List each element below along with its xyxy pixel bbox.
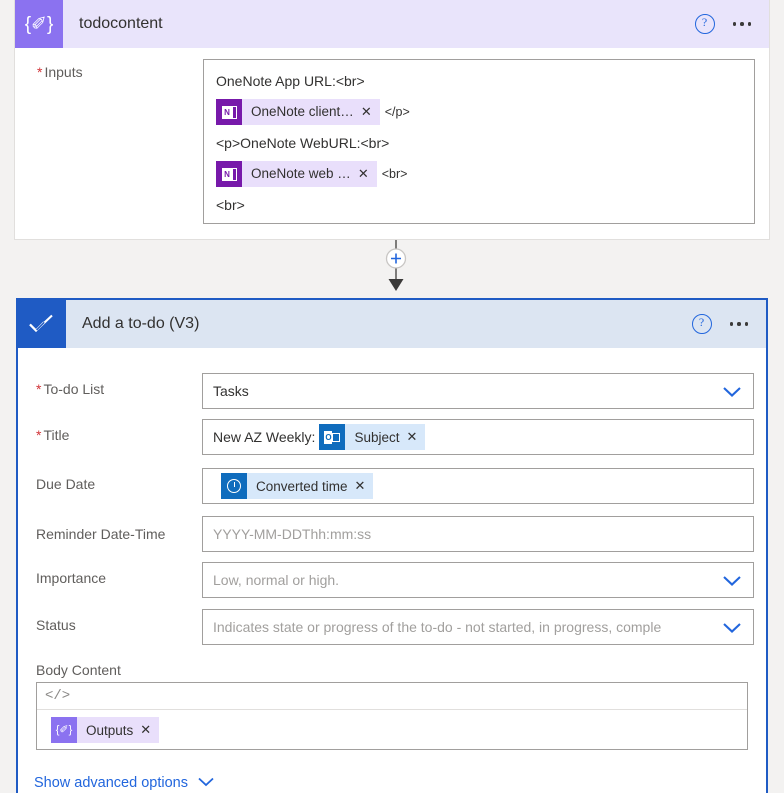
more-menu-icon[interactable]	[732, 22, 751, 26]
show-advanced-options-label: Show advanced options	[34, 775, 188, 791]
status-dropdown[interactable]: Indicates state or progress of the to-do…	[202, 609, 754, 645]
inputs-trailing-text: <br>	[381, 167, 408, 181]
body-content-label: Body Content	[36, 662, 121, 678]
title-prefix-text: New AZ Weekly:	[213, 429, 316, 445]
token-label: OneNote client…	[251, 104, 354, 119]
arrow-down-icon	[388, 279, 404, 291]
inputs-text: <br>	[216, 197, 245, 213]
rich-text-toolbar[interactable]: </>	[37, 683, 747, 710]
status-placeholder: Indicates state or progress of the to-do…	[213, 619, 662, 635]
title-label: * Title	[36, 427, 69, 443]
compose-icon: {✐}	[15, 0, 63, 48]
due-date-label: Due Date	[36, 476, 96, 492]
todo-list-dropdown[interactable]: Tasks	[202, 373, 754, 409]
inputs-field[interactable]: OneNote App URL:<br> N OneNote client… ✕…	[203, 59, 755, 224]
help-icon[interactable]: ?	[691, 314, 712, 334]
token-remove-icon[interactable]: ✕	[358, 165, 377, 183]
inputs-text: <p>OneNote WebURL:<br>	[216, 135, 390, 151]
todo-checkmark-icon	[18, 300, 66, 348]
todo-list-label-text: To-do List	[43, 381, 105, 397]
body-content-editor[interactable]: </> {✐} Outputs ✕	[36, 682, 748, 750]
token-label: Converted time	[256, 478, 348, 494]
inputs-trailing-text: </p>	[384, 105, 410, 119]
chevron-down-icon[interactable]	[713, 621, 743, 634]
onenote-icon-letter: N	[222, 106, 232, 118]
inputs-line: <br>	[216, 196, 742, 214]
token-remove-icon[interactable]: ✕	[355, 478, 374, 494]
compose-action-card[interactable]: {✐} todocontent ? * Inputs OneNote App UR…	[14, 0, 770, 240]
more-menu-icon[interactable]	[729, 322, 748, 326]
outlook-icon: O	[319, 424, 346, 450]
chevron-down-icon[interactable]	[713, 385, 743, 398]
onenote-icon: N	[216, 99, 242, 125]
token-label: OneNote web …	[251, 166, 351, 181]
inputs-line: N OneNote web … ✕ <br>	[216, 161, 742, 187]
required-asterisk: *	[36, 427, 42, 443]
token-label: Subject	[354, 429, 400, 445]
todo-card-icon-wrap	[18, 300, 66, 348]
flow-designer-canvas: {✐} todocontent ? * Inputs OneNote App UR…	[0, 0, 784, 793]
token-remove-icon[interactable]: ✕	[406, 429, 425, 445]
code-view-icon[interactable]: </>	[45, 688, 70, 704]
flow-connector	[385, 240, 407, 291]
title-label-text: Title	[43, 427, 70, 443]
inputs-text: OneNote App URL:<br>	[216, 73, 365, 89]
token-onenote-web[interactable]: N OneNote web … ✕	[216, 161, 377, 187]
clock-icon	[221, 473, 247, 499]
reminder-placeholder: YYYY-MM-DDThh:mm:ss	[213, 526, 372, 542]
outlook-icon-letter: O	[324, 430, 333, 444]
compose-card-icon-wrap: {✐}	[15, 0, 63, 48]
compose-icon-glyph: {✐}	[24, 13, 54, 35]
token-outputs[interactable]: {✐} Outputs ✕	[51, 717, 160, 743]
compose-card-header-actions: ?	[694, 14, 770, 34]
double-check-glyph	[29, 314, 53, 332]
todo-action-card[interactable]: Add a to-do (V3) ? * To-do List Tasks * Ti…	[16, 298, 768, 793]
compose-icon-glyph: {✐}	[55, 723, 73, 736]
onenote-icon: N	[216, 161, 242, 187]
show-advanced-options-link[interactable]: Show advanced options	[34, 774, 215, 792]
inputs-line: <p>OneNote WebURL:<br>	[216, 134, 742, 152]
reminder-label: Reminder Date-Time	[36, 526, 166, 542]
todo-list-label: * To-do List	[36, 381, 104, 397]
inputs-label-text: Inputs	[44, 64, 83, 80]
todo-list-value: Tasks	[213, 383, 249, 399]
token-label: Outputs	[86, 722, 134, 738]
importance-placeholder: Low, normal or high.	[213, 572, 340, 588]
status-label: Status	[36, 617, 76, 633]
todo-card-title: Add a to-do (V3)	[82, 315, 200, 332]
todo-card-header-actions: ?	[691, 314, 767, 334]
chevron-down-icon[interactable]	[713, 574, 743, 587]
reminder-input[interactable]: YYYY-MM-DDThh:mm:ss	[202, 516, 754, 552]
token-converted-time[interactable]: Converted time ✕	[221, 473, 374, 499]
due-date-field[interactable]: Converted time ✕	[202, 468, 754, 504]
token-remove-icon[interactable]: ✕	[361, 103, 380, 121]
required-asterisk: *	[36, 381, 42, 397]
rich-text-body[interactable]: {✐} Outputs ✕	[37, 710, 747, 743]
onenote-icon-letter: N	[222, 168, 232, 180]
inputs-line: OneNote App URL:<br>	[216, 72, 742, 90]
title-field[interactable]: New AZ Weekly: O Subject ✕	[202, 419, 754, 455]
importance-dropdown[interactable]: Low, normal or high.	[202, 562, 754, 598]
help-icon[interactable]: ?	[694, 14, 715, 34]
compose-card-title: todocontent	[79, 15, 163, 32]
compose-icon: {✐}	[51, 717, 77, 743]
todo-card-header[interactable]: Add a to-do (V3) ?	[18, 300, 766, 348]
compose-card-header[interactable]: {✐} todocontent ?	[15, 0, 769, 48]
importance-label: Importance	[36, 570, 107, 586]
token-onenote-client[interactable]: N OneNote client… ✕	[216, 99, 380, 125]
token-subject[interactable]: O Subject ✕	[319, 424, 426, 450]
token-remove-icon[interactable]: ✕	[140, 722, 159, 738]
inputs-field-label: * Inputs	[37, 64, 83, 80]
chevron-down-icon[interactable]	[197, 774, 215, 792]
inputs-line: N OneNote client… ✕ </p>	[216, 99, 742, 125]
required-asterisk: *	[37, 64, 43, 80]
